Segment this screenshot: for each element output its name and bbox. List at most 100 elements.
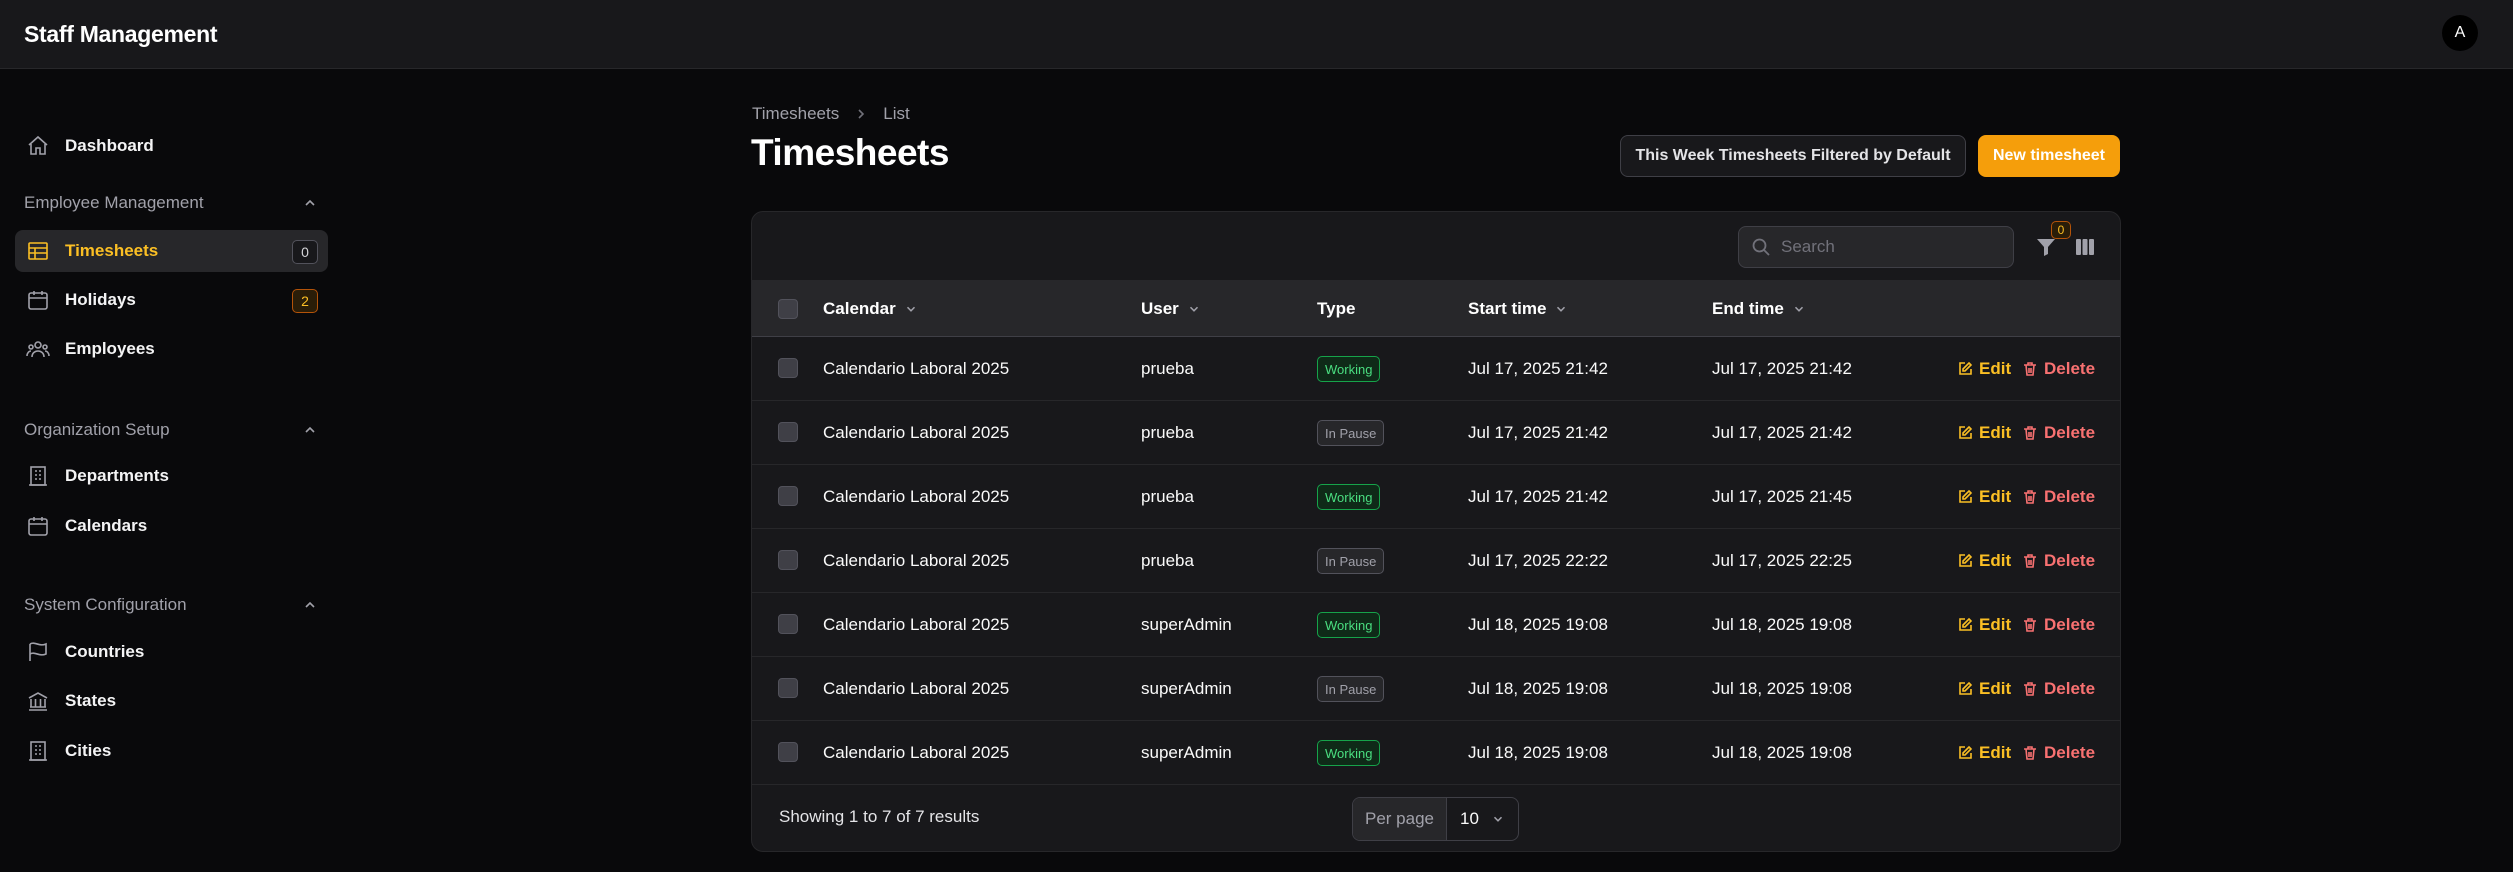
edit-label: Edit	[1979, 743, 2012, 762]
sidebar-item-timesheets[interactable]: Timesheets 0	[15, 230, 328, 272]
table-row: Calendario Laboral 2025 prueba In Pause Jul…	[752, 401, 2120, 465]
cell-end-time: Jul 17, 2025 21:45	[1712, 487, 1852, 506]
search-box[interactable]	[1738, 226, 2014, 268]
edit-button[interactable]: Edit	[1957, 487, 2011, 507]
delete-button[interactable]: Delete	[2022, 615, 2095, 635]
column-header-calendar[interactable]: Calendar	[823, 299, 918, 319]
edit-label: Edit	[1979, 359, 2012, 378]
column-header-type: Type	[1317, 299, 1355, 319]
row-checkbox[interactable]	[778, 678, 798, 698]
sidebar-item-dashboard[interactable]: Dashboard	[15, 125, 328, 167]
flag-icon	[25, 639, 51, 665]
column-header-end-time[interactable]: End time	[1712, 299, 1806, 319]
sidebar-item-label: Timesheets	[65, 241, 159, 260]
delete-button[interactable]: Delete	[2022, 551, 2095, 571]
week-filter-button[interactable]: This Week Timesheets Filtered by Default	[1620, 135, 1966, 177]
per-page-label: Per page	[1353, 798, 1447, 840]
delete-label: Delete	[2044, 679, 2096, 698]
edit-label: Edit	[1979, 423, 2012, 442]
group-system-configuration[interactable]: System Configuration	[24, 593, 318, 617]
app-title[interactable]: Staff Management	[24, 21, 218, 48]
cell-calendar: Calendario Laboral 2025	[823, 615, 1010, 634]
cell-calendar: Calendario Laboral 2025	[823, 679, 1010, 698]
status-badge-in-pause: In Pause	[1317, 548, 1385, 574]
sidebar-item-calendars[interactable]: Calendars	[15, 505, 328, 547]
delete-button[interactable]: Delete	[2022, 423, 2095, 443]
delete-button[interactable]: Delete	[2022, 359, 2095, 379]
row-checkbox[interactable]	[778, 422, 798, 442]
sidebar-item-cities[interactable]: Cities	[15, 730, 328, 772]
cell-calendar: Calendario Laboral 2025	[823, 743, 1010, 762]
chevron-up-icon[interactable]	[302, 597, 318, 613]
chevron-down-icon	[906, 306, 915, 312]
select-all-checkbox[interactable]	[778, 299, 798, 319]
row-checkbox[interactable]	[778, 742, 798, 762]
page-title: Timesheets	[751, 132, 949, 173]
table-icon	[25, 238, 51, 264]
cell-end-time: Jul 17, 2025 21:42	[1712, 423, 1852, 442]
cell-calendar: Calendario Laboral 2025	[823, 359, 1010, 378]
group-label: Organization Setup	[24, 420, 170, 439]
sidebar-item-label: Holidays	[65, 290, 136, 309]
cell-end-time: Jul 18, 2025 19:08	[1712, 679, 1852, 698]
column-header-user[interactable]: User	[1141, 299, 1201, 319]
new-timesheet-button[interactable]: New timesheet	[1978, 135, 2120, 177]
delete-label: Delete	[2044, 615, 2096, 634]
per-page-control: Per page 10	[1352, 797, 1519, 841]
trash-icon	[2024, 618, 2036, 632]
cell-user: superAdmin	[1141, 615, 1232, 634]
edit-button[interactable]: Edit	[1957, 743, 2011, 763]
sidebar: Dashboard Employee Management Timesheets…	[0, 69, 340, 872]
edit-button[interactable]: Edit	[1957, 615, 2011, 635]
chevron-down-icon	[1794, 306, 1803, 312]
sidebar-item-departments[interactable]: Departments	[15, 455, 328, 497]
edit-icon	[1959, 489, 1973, 503]
search-input[interactable]	[1781, 237, 2001, 257]
chevron-up-icon[interactable]	[302, 195, 318, 211]
row-checkbox[interactable]	[778, 358, 798, 378]
columns-icon[interactable]	[2073, 235, 2097, 259]
trash-icon	[2024, 490, 2036, 504]
delete-button[interactable]: Delete	[2022, 679, 2095, 699]
group-organization-setup[interactable]: Organization Setup	[24, 418, 318, 442]
cell-calendar: Calendario Laboral 2025	[823, 551, 1010, 570]
sidebar-item-countries[interactable]: Countries	[15, 631, 328, 673]
building-icon	[25, 738, 51, 764]
breadcrumb-parent-link[interactable]: Timesheets	[752, 104, 839, 124]
delete-button[interactable]: Delete	[2022, 743, 2095, 763]
sidebar-item-label: Countries	[65, 642, 145, 661]
filter-count-badge: 0	[2051, 221, 2071, 239]
group-label: System Configuration	[24, 595, 187, 614]
avatar[interactable]: A	[2442, 15, 2478, 51]
edit-button[interactable]: Edit	[1957, 359, 2011, 379]
chevron-up-icon[interactable]	[302, 422, 318, 438]
cell-start-time: Jul 18, 2025 19:08	[1468, 743, 1608, 762]
row-checkbox[interactable]	[778, 550, 798, 570]
edit-icon	[1959, 361, 1973, 375]
edit-button[interactable]: Edit	[1957, 423, 2011, 443]
status-badge-in-pause: In Pause	[1317, 420, 1385, 446]
row-checkbox[interactable]	[778, 486, 798, 506]
column-header-start-time[interactable]: Start time	[1468, 299, 1568, 319]
status-badge-working: Working	[1317, 484, 1381, 510]
edit-icon	[1959, 681, 1973, 695]
breadcrumb: Timesheets List	[752, 104, 910, 124]
edit-button[interactable]: Edit	[1957, 679, 2011, 699]
delete-button[interactable]: Delete	[2022, 487, 2095, 507]
users-icon	[25, 336, 51, 362]
column-label: End time	[1712, 299, 1784, 318]
cell-start-time: Jul 17, 2025 21:42	[1468, 359, 1608, 378]
table-row: Calendario Laboral 2025 prueba Working Jul …	[752, 337, 2120, 401]
row-checkbox[interactable]	[778, 614, 798, 634]
table-header: Calendar User Type Start time End time	[752, 281, 2120, 337]
sidebar-item-holidays[interactable]: Holidays 2	[15, 279, 328, 321]
bank-icon	[25, 688, 51, 714]
sidebar-item-states[interactable]: States	[15, 680, 328, 722]
per-page-select[interactable]: 10	[1447, 798, 1518, 840]
group-employee-management[interactable]: Employee Management	[24, 191, 318, 215]
edit-button[interactable]: Edit	[1957, 551, 2011, 571]
trash-icon	[2024, 362, 2036, 376]
sidebar-item-employees[interactable]: Employees	[15, 328, 328, 370]
edit-icon	[1959, 425, 1973, 439]
cell-start-time: Jul 18, 2025 19:08	[1468, 679, 1608, 698]
